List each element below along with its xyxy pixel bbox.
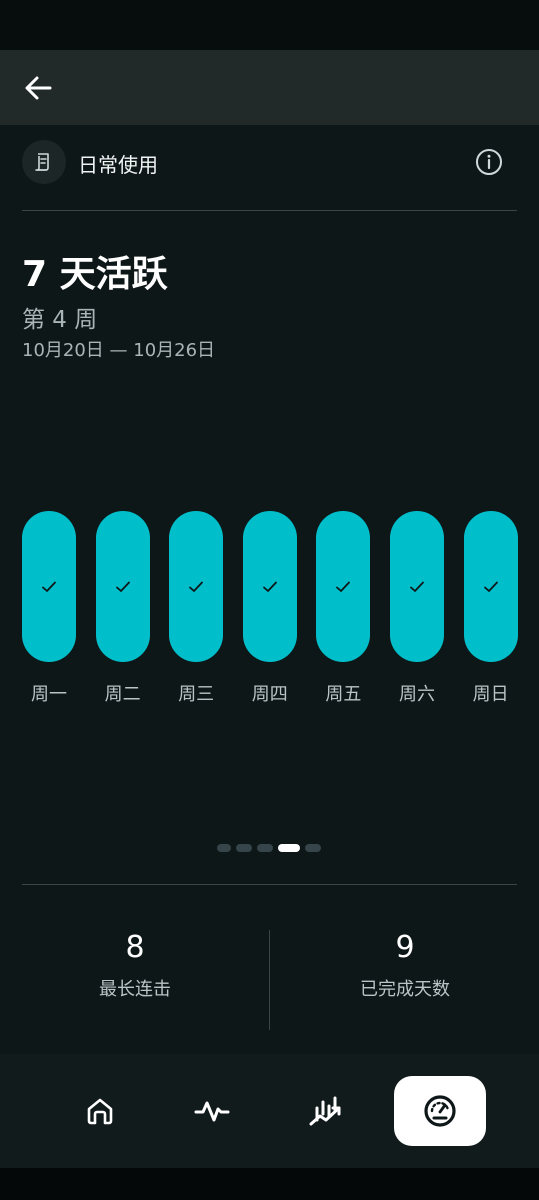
trend-chart-icon: [309, 1096, 341, 1126]
day-label: 周三: [178, 684, 215, 705]
page-dot[interactable]: [217, 844, 231, 852]
divider: [22, 210, 517, 211]
date-range: 10月20日 — 10月26日: [22, 340, 216, 361]
day-label: 周日: [472, 684, 509, 705]
dashboard-gauge-icon: [424, 1095, 456, 1127]
check-icon: [262, 581, 277, 592]
check-icon: [410, 581, 424, 592]
page-dot[interactable]: [305, 844, 321, 852]
week-label: 第 4 周: [22, 307, 98, 333]
back-button[interactable]: [14, 64, 62, 112]
longest-streak-stat: 8 最长连击: [10, 930, 260, 1001]
check-icon: [115, 581, 130, 592]
page-dot[interactable]: [257, 844, 273, 852]
day-column[interactable]: 周一: [22, 511, 76, 706]
check-icon: [189, 581, 204, 592]
stat-value: 8: [125, 930, 145, 965]
page-dot-active[interactable]: [278, 844, 300, 852]
stats-divider: [269, 930, 270, 1030]
day-column[interactable]: 周五: [316, 511, 371, 706]
activity-icon: [194, 1101, 230, 1122]
nav-dashboard[interactable]: [394, 1076, 486, 1146]
status-bar: [0, 0, 539, 50]
nav-trends[interactable]: [280, 1076, 372, 1146]
day-column[interactable]: 周三: [169, 511, 224, 706]
stat-value: 9: [395, 930, 415, 965]
day-pill: [169, 511, 224, 662]
page-dot[interactable]: [236, 844, 252, 852]
app-bar: [0, 50, 539, 125]
bottom-nav: [0, 1054, 539, 1168]
divider: [22, 884, 517, 885]
arrow-left-icon: [25, 76, 52, 100]
section-header: 日常使用: [22, 140, 517, 184]
day-column[interactable]: 周四: [242, 511, 297, 706]
day-pill: [95, 511, 150, 662]
day-column[interactable]: 周日: [463, 511, 518, 706]
day-label: 周五: [325, 684, 362, 705]
screen: 日常使用 7 天活跃 第 4 周 10月20日 — 10月26日 周一 周二 周…: [0, 0, 539, 1200]
day-column[interactable]: 周二: [95, 511, 150, 706]
completed-days-stat: 9 已完成天数: [280, 930, 530, 1001]
gesture-bar: [0, 1168, 539, 1200]
stat-label: 已完成天数: [360, 979, 450, 1000]
day-column[interactable]: 周六: [390, 511, 444, 706]
calendar-note-icon: [22, 140, 66, 184]
day-pill: [242, 511, 297, 662]
day-label: 周六: [399, 684, 435, 705]
day-pill: [316, 511, 371, 662]
nav-activity[interactable]: [166, 1076, 258, 1146]
day-pill: [22, 511, 76, 662]
day-label: 周一: [31, 684, 67, 705]
page-title: 7 天活跃: [22, 254, 168, 295]
day-pill: [463, 511, 518, 662]
check-icon: [42, 581, 56, 592]
info-icon: [476, 149, 502, 175]
check-icon: [336, 581, 351, 592]
weekday-tracker: 周一 周二 周三 周四 周五 周六 周日: [22, 511, 518, 711]
nav-home[interactable]: [54, 1076, 146, 1146]
day-label: 周四: [251, 684, 288, 705]
check-icon: [483, 581, 498, 592]
stat-label: 最长连击: [99, 979, 171, 1000]
home-icon: [87, 1098, 113, 1125]
section-title: 日常使用: [78, 153, 158, 177]
stats-panel: 8 最长连击 9 已完成天数: [0, 930, 539, 1030]
day-pill: [390, 511, 444, 662]
day-label: 周二: [104, 684, 141, 705]
info-button[interactable]: [471, 144, 507, 180]
